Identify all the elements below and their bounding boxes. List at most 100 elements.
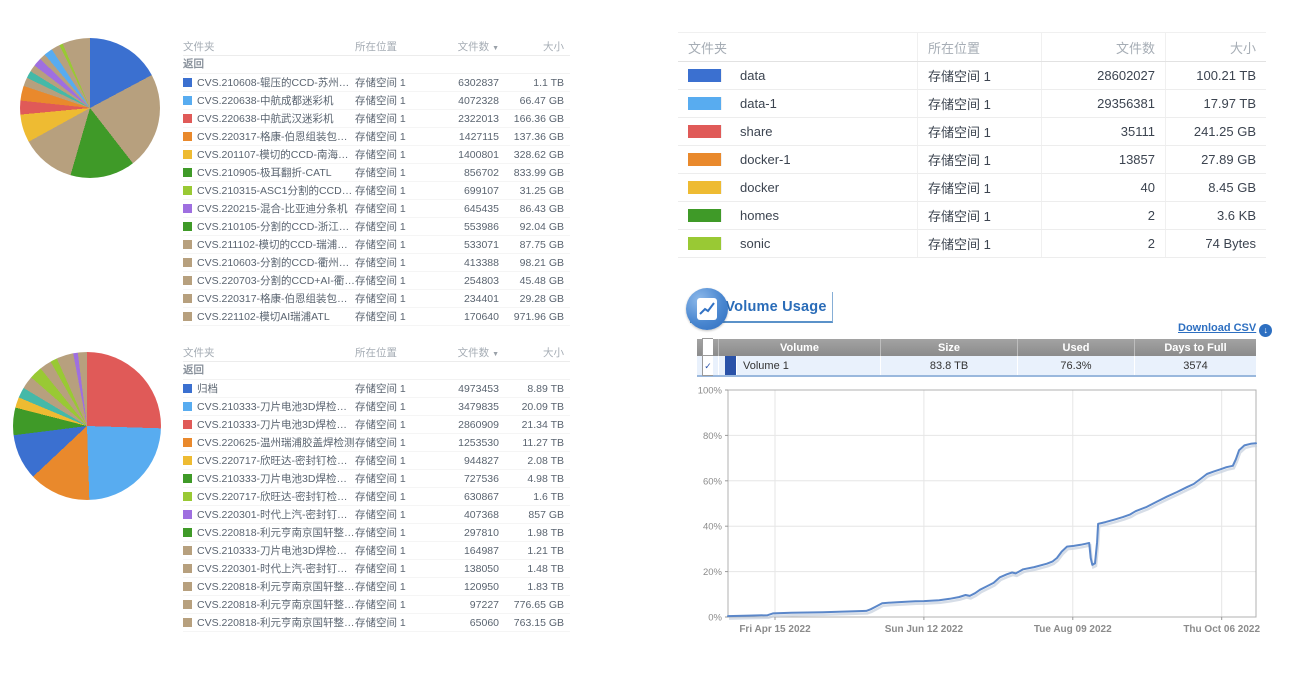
folder-color-swatch bbox=[183, 294, 192, 303]
folder-name-cell: CVS.220301-时代上汽-密封钉检测-2D bbox=[183, 561, 355, 576]
folder-row[interactable]: CVS.220638-中航成都迷彩机存储空间 1407232866.47 GB bbox=[183, 92, 570, 110]
back-link[interactable]: 返回 bbox=[183, 362, 570, 380]
folder-file-count: 413388 bbox=[440, 257, 505, 269]
folder-row[interactable]: CVS.220301-时代上汽-密封钉检测-2D存储空间 11380501.48… bbox=[183, 560, 570, 578]
folder-name-cell: CVS.210315-ASC1分割的CCD-ATL分条机 bbox=[183, 183, 355, 198]
folder-row[interactable]: CVS.210603-分割的CCD-衢州恒威存储空间 141338898.21 … bbox=[183, 254, 570, 272]
folder-row[interactable]: data存储空间 128602027100.21 TB bbox=[678, 62, 1266, 90]
folder-row[interactable]: CVS.220818-利元亨南京国轩整线-密封钉存储空间 165060763.1… bbox=[183, 614, 570, 632]
download-icon[interactable]: ↓ bbox=[1259, 324, 1272, 337]
download-csv-link[interactable]: Download CSV↓ bbox=[1178, 322, 1262, 337]
folder-name-cell: docker bbox=[678, 174, 918, 201]
folder-row[interactable]: CVS.220625-温州瑞浦胶盖焊检测存储空间 1125353011.27 T… bbox=[183, 434, 570, 452]
folder-size: 45.48 GB bbox=[505, 275, 570, 287]
folder-file-count: 13857 bbox=[1042, 146, 1166, 173]
folder-name: CVS.220301-时代上汽-密封钉检测-3D bbox=[197, 507, 355, 522]
col-size[interactable]: 大小 bbox=[505, 39, 570, 54]
col-folder[interactable]: 文件夹 bbox=[678, 33, 918, 61]
col-size[interactable]: 大小 bbox=[1166, 33, 1266, 61]
folder-row[interactable]: homes存储空间 123.6 KB bbox=[678, 202, 1266, 230]
folder-location: 存储空间 1 bbox=[355, 291, 440, 306]
folder-size: 31.25 GB bbox=[505, 185, 570, 197]
folder-row[interactable]: CVS.210333-刀片电池3D焊检测-佛山存储空间 17275364.98 … bbox=[183, 470, 570, 488]
col-folder[interactable]: 文件夹 bbox=[183, 345, 355, 360]
volume-days-to-full: 3574 bbox=[1135, 356, 1256, 375]
folder-size: 21.34 TB bbox=[505, 419, 570, 431]
folder-size: 66.47 GB bbox=[505, 95, 570, 107]
folder-name: docker bbox=[730, 174, 789, 201]
folder-name: CVS.220317-格康-伯恩组装包覆一体机-玻璃检测 bbox=[197, 129, 355, 144]
folder-row[interactable]: CVS.210333-刀片电池3D焊检测-无为-2期存储空间 134798352… bbox=[183, 398, 570, 416]
folder-file-count: 4072328 bbox=[440, 95, 505, 107]
folder-row[interactable]: share存储空间 135111241.25 GB bbox=[678, 118, 1266, 146]
folder-row[interactable]: CVS.220818-利元亨南京国轩整线-质量焊-3D存储空间 12978101… bbox=[183, 524, 570, 542]
folder-row[interactable]: CVS.220638-中航武汉迷彩机存储空间 12322013166.36 GB bbox=[183, 110, 570, 128]
folder-row[interactable]: CVS.211102-模切的CCD-瑞浦模切存储空间 153307187.75 … bbox=[183, 236, 570, 254]
folder-row[interactable]: CVS.210315-ASC1分割的CCD-ATL分条机存储空间 1699107… bbox=[183, 182, 570, 200]
folder-name: CVS.210905-极耳翻折-CATL bbox=[197, 165, 332, 180]
folder-row[interactable]: CVS.220818-利元亨南京国轩整线-顶盖激光焊缝-...存储空间 1972… bbox=[183, 596, 570, 614]
folder-size: 3.6 KB bbox=[1166, 202, 1266, 229]
folder-row[interactable]: CVS.220301-时代上汽-密封钉检测-3D存储空间 1407368857 … bbox=[183, 506, 570, 524]
folder-file-count: 645435 bbox=[440, 203, 505, 215]
folder-row[interactable]: 归档存储空间 149734538.89 TB bbox=[183, 380, 570, 398]
col-size[interactable]: 大小 bbox=[505, 345, 570, 360]
folder-name: docker-1 bbox=[730, 146, 801, 173]
col-folder[interactable]: 文件夹 bbox=[183, 39, 355, 54]
folder-row[interactable]: CVS.210333-刀片电池3D焊检测-宁乡存储空间 1286090921.3… bbox=[183, 416, 570, 434]
col-file-count[interactable]: 文件数 ▼ bbox=[440, 345, 505, 360]
folder-location: 存储空间 1 bbox=[918, 146, 1042, 173]
folder-name: data bbox=[730, 62, 775, 89]
folder-row[interactable]: CVS.220818-利元亨南京国轩整线-质量焊-2D存储空间 11209501… bbox=[183, 578, 570, 596]
folder-file-count: 2860909 bbox=[440, 419, 505, 431]
col-location[interactable]: 所在位置 bbox=[355, 39, 440, 54]
folder-location: 存储空间 1 bbox=[918, 62, 1042, 89]
folder-row[interactable]: CVS.210333-刀片电池3D焊检测-重庆存储空间 11649871.21 … bbox=[183, 542, 570, 560]
folder-row[interactable]: docker存储空间 1408.45 GB bbox=[678, 174, 1266, 202]
folder-row[interactable]: CVS.201107-模切的CCD-南海CATL存储空间 11400801328… bbox=[183, 146, 570, 164]
folder-row[interactable]: CVS.221102-模切AI瑞浦ATL存储空间 1170640971.96 G… bbox=[183, 308, 570, 326]
folder-location: 存储空间 1 bbox=[355, 399, 440, 414]
folder-row[interactable]: data-1存储空间 12935638117.97 TB bbox=[678, 90, 1266, 118]
svg-text:Tue Aug 09 2022: Tue Aug 09 2022 bbox=[1034, 624, 1112, 635]
col-size[interactable]: Size bbox=[881, 339, 1018, 356]
row-checkbox[interactable]: ✓ bbox=[702, 355, 713, 376]
folder-size: 328.62 GB bbox=[505, 149, 570, 161]
col-used[interactable]: Used bbox=[1018, 339, 1135, 356]
folder-color-swatch bbox=[183, 150, 192, 159]
folder-row[interactable]: CVS.220317-格康-伯恩组装包覆一体机-定位存储空间 123440129… bbox=[183, 290, 570, 308]
folder-location: 存储空间 1 bbox=[918, 202, 1042, 229]
folder-row[interactable]: CVS.220215-混合-比亚迪分条机存储空间 164543586.43 GB bbox=[183, 200, 570, 218]
folder-size: 20.09 TB bbox=[505, 401, 570, 413]
folder-row[interactable]: CVS.220717-欣旺达-密封钉检测-3D存储空间 19448272.08 … bbox=[183, 452, 570, 470]
svg-text:0%: 0% bbox=[708, 613, 722, 624]
folder-row[interactable]: CVS.220703-分割的CCD+AI-衢州恒威存储空间 125480345.… bbox=[183, 272, 570, 290]
folder-location: 存储空间 1 bbox=[355, 201, 440, 216]
folder-row[interactable]: docker-1存储空间 11385727.89 GB bbox=[678, 146, 1266, 174]
folder-row[interactable]: CVS.220717-欣旺达-密封钉检测-2D存储空间 16308671.6 T… bbox=[183, 488, 570, 506]
folder-location: 存储空间 1 bbox=[918, 90, 1042, 117]
volume-usage-title: Volume Usage bbox=[711, 299, 826, 315]
col-days-to-full[interactable]: Days to Full bbox=[1135, 339, 1256, 356]
select-all-checkbox[interactable] bbox=[697, 339, 719, 356]
folder-size: 241.25 GB bbox=[1166, 118, 1266, 145]
folder-size: 92.04 GB bbox=[505, 221, 570, 233]
folder-row[interactable]: CVS.210105-分割的CCD-浙江恒威（二期）存储空间 155398692… bbox=[183, 218, 570, 236]
folder-name-cell: CVS.211102-模切的CCD-瑞浦模切 bbox=[183, 237, 355, 252]
folder-size: 857 GB bbox=[505, 509, 570, 521]
folder-name-cell: CVS.210333-刀片电池3D焊检测-宁乡 bbox=[183, 417, 355, 432]
col-location[interactable]: 所在位置 bbox=[355, 345, 440, 360]
col-file-count[interactable]: 文件数 bbox=[1042, 33, 1166, 61]
folder-row[interactable]: CVS.220317-格康-伯恩组装包覆一体机-玻璃检测存储空间 1142711… bbox=[183, 128, 570, 146]
folder-file-count: 553986 bbox=[440, 221, 505, 233]
col-file-count[interactable]: 文件数 ▼ bbox=[440, 39, 505, 54]
folder-name: homes bbox=[730, 202, 789, 229]
folder-row[interactable]: sonic存储空间 1274 Bytes bbox=[678, 230, 1266, 258]
col-location[interactable]: 所在位置 bbox=[918, 33, 1042, 61]
volume-row[interactable]: ✓ Volume 1 83.8 TB 76.3% 3574 bbox=[697, 356, 1256, 375]
folder-color-swatch bbox=[183, 492, 192, 501]
col-volume[interactable]: Volume bbox=[719, 339, 881, 356]
back-link[interactable]: 返回 bbox=[183, 56, 570, 74]
folder-row[interactable]: CVS.210608-辊压的CCD-苏州力神存储空间 163028371.1 T… bbox=[183, 74, 570, 92]
folder-row[interactable]: CVS.210905-极耳翻折-CATL存储空间 1856702833.99 G… bbox=[183, 164, 570, 182]
